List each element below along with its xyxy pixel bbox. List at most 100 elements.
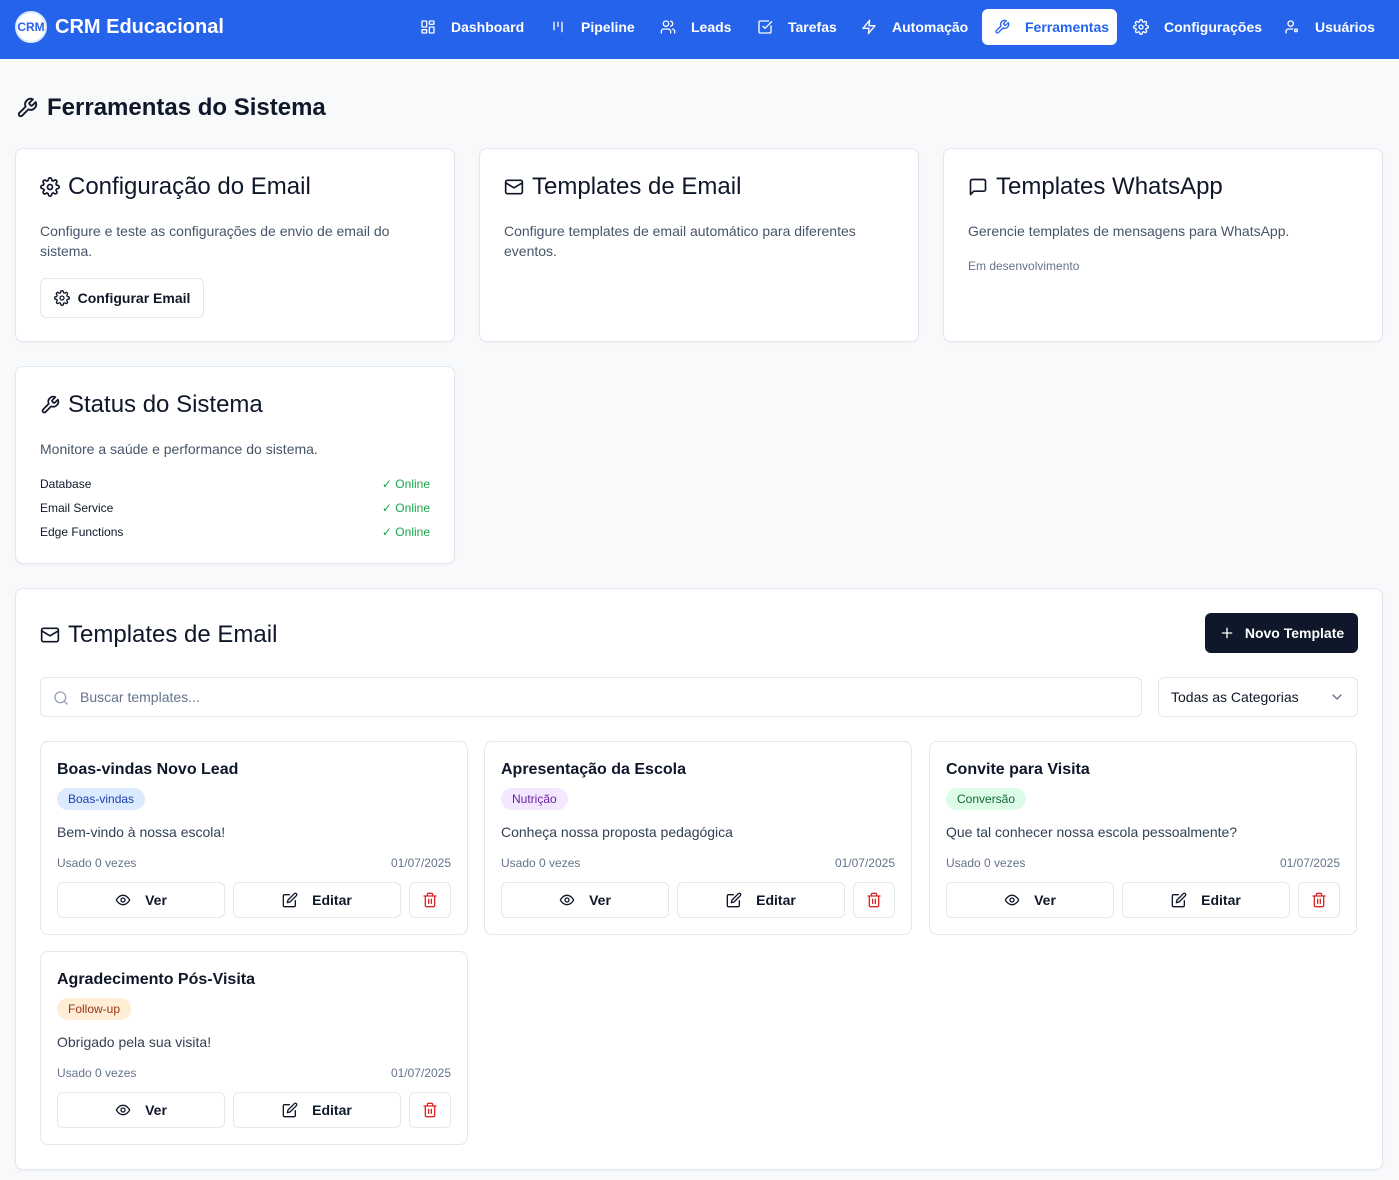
nav-item-pipeline[interactable]: Pipeline bbox=[538, 9, 647, 45]
email-config-card: Configuração do Email Configure e teste … bbox=[15, 148, 455, 342]
section-title-text: Templates de Email bbox=[68, 621, 278, 648]
view-button[interactable]: Ver bbox=[57, 1092, 225, 1128]
templates-section: Templates de Email Novo Template Todas a… bbox=[15, 588, 1383, 1170]
template-name: Boas-vindas Novo Lead bbox=[57, 761, 239, 778]
delete-button[interactable] bbox=[409, 1092, 451, 1128]
checkbox-icon bbox=[757, 19, 773, 35]
delete-button[interactable] bbox=[853, 882, 895, 918]
category-badge: Conversão bbox=[946, 788, 1027, 810]
dashboard-icon bbox=[420, 19, 436, 35]
template-subject: Que tal conhecer nossa escola pessoalmen… bbox=[946, 824, 1238, 840]
card-title: Templates WhatsApp bbox=[968, 173, 1223, 201]
card-title: Configuração do Email bbox=[40, 173, 311, 201]
user-icon bbox=[1284, 19, 1300, 35]
card-description: Configure templates de email automático … bbox=[504, 223, 856, 259]
message-square-icon bbox=[968, 177, 988, 197]
template-name: Agradecimento Pós-Visita bbox=[57, 971, 255, 988]
template-subject: Bem-vindo à nossa escola! bbox=[57, 824, 226, 840]
status-row: Edge Functions ✓ Online bbox=[40, 525, 430, 539]
new-template-button[interactable]: Novo Template bbox=[1205, 613, 1358, 653]
nav-item-leads[interactable]: Leads bbox=[648, 9, 743, 45]
configure-email-button[interactable]: Configurar Email bbox=[40, 278, 204, 318]
edit-button[interactable]: Editar bbox=[233, 882, 401, 918]
trash-icon bbox=[866, 892, 882, 908]
card-description: Monitore a saúde e performance do sistem… bbox=[40, 441, 318, 457]
button-label: Ver bbox=[1034, 892, 1056, 908]
template-card: Convite para Visita Conversão Que tal co… bbox=[929, 741, 1357, 935]
delete-button[interactable] bbox=[1298, 882, 1340, 918]
nav-item-ferramentas[interactable]: Ferramentas bbox=[982, 9, 1117, 45]
edit-button[interactable]: Editar bbox=[233, 1092, 401, 1128]
usage-count: Usado 0 vezes bbox=[946, 856, 1026, 870]
edit-button[interactable]: Editar bbox=[677, 882, 845, 918]
service-name: Database bbox=[40, 477, 92, 491]
usage-count: Usado 0 vezes bbox=[57, 856, 137, 870]
app-name: CRM Educacional bbox=[55, 15, 224, 38]
whatsapp-templates-card[interactable]: Templates WhatsApp Gerencie templates de… bbox=[943, 148, 1383, 342]
nav-label: Configurações bbox=[1164, 19, 1263, 35]
view-button[interactable]: Ver bbox=[57, 882, 225, 918]
section-title: Templates de Email bbox=[40, 621, 277, 649]
nav-label: Ferramentas bbox=[1025, 19, 1110, 35]
nav-item-usuarios[interactable]: Usuários bbox=[1272, 9, 1387, 45]
mail-icon bbox=[504, 177, 524, 197]
category-badge: Nutrição bbox=[501, 788, 568, 810]
card-description: Configure e teste as configurações de en… bbox=[40, 223, 390, 259]
nav-item-dashboard[interactable]: Dashboard bbox=[408, 9, 536, 45]
button-label: Editar bbox=[312, 1102, 352, 1118]
status-badge: ✓ Online bbox=[381, 525, 430, 539]
nav-item-tarefas[interactable]: Tarefas bbox=[745, 9, 849, 45]
template-date: 01/07/2025 bbox=[390, 1066, 451, 1080]
button-label: Editar bbox=[756, 892, 796, 908]
nav-label: Automação bbox=[892, 19, 969, 35]
template-name: Convite para Visita bbox=[946, 761, 1090, 778]
template-card: Agradecimento Pós-Visita Follow-up Obrig… bbox=[40, 951, 468, 1145]
gear-icon bbox=[40, 177, 60, 197]
usage-count: Usado 0 vezes bbox=[57, 1066, 137, 1080]
status-row: Email Service ✓ Online bbox=[40, 501, 430, 515]
delete-button[interactable] bbox=[409, 882, 451, 918]
button-label: Configurar Email bbox=[77, 290, 191, 306]
category-select[interactable]: Todas as Categorias bbox=[1158, 677, 1358, 717]
template-date: 01/07/2025 bbox=[390, 856, 451, 870]
template-card: Apresentação da Escola Nutrição Conheça … bbox=[484, 741, 912, 935]
eye-icon bbox=[559, 892, 575, 908]
search-icon bbox=[53, 690, 69, 706]
view-button[interactable]: Ver bbox=[501, 882, 669, 918]
wrench-icon bbox=[40, 395, 60, 415]
search-input[interactable] bbox=[80, 678, 1130, 716]
nav-item-automacao[interactable]: Automação bbox=[849, 9, 980, 45]
eye-icon bbox=[1004, 892, 1020, 908]
gear-icon bbox=[1133, 19, 1149, 35]
mail-icon bbox=[40, 625, 60, 645]
select-value: Todas as Categorias bbox=[1171, 689, 1299, 705]
wrench-icon bbox=[16, 97, 38, 119]
card-title-text: Templates WhatsApp bbox=[996, 173, 1223, 200]
button-label: Editar bbox=[1201, 892, 1241, 908]
edit-icon bbox=[726, 892, 742, 908]
button-label: Ver bbox=[589, 892, 611, 908]
brand[interactable]: CRM CRM Educacional bbox=[15, 11, 224, 43]
nav-label: Tarefas bbox=[788, 19, 837, 35]
top-navbar: CRM CRM Educacional Dashboard Pipeline L… bbox=[0, 0, 1399, 59]
button-label: Editar bbox=[312, 892, 352, 908]
trash-icon bbox=[422, 892, 438, 908]
template-date: 01/07/2025 bbox=[1279, 856, 1340, 870]
status-badge: ✓ Online bbox=[381, 477, 430, 491]
edit-button[interactable]: Editar bbox=[1122, 882, 1290, 918]
trash-icon bbox=[1311, 892, 1327, 908]
service-name: Email Service bbox=[40, 501, 114, 515]
category-badge: Boas-vindas bbox=[57, 788, 146, 810]
brand-logo: CRM bbox=[15, 11, 47, 43]
search-box bbox=[40, 677, 1142, 717]
view-button[interactable]: Ver bbox=[946, 882, 1114, 918]
template-subject: Conheça nossa proposta pedagógica bbox=[501, 824, 733, 840]
card-title-text: Templates de Email bbox=[532, 173, 742, 200]
email-templates-card[interactable]: Templates de Email Configure templates d… bbox=[479, 148, 919, 342]
nav-item-configuracoes[interactable]: Configurações bbox=[1121, 9, 1274, 45]
status-row: Database ✓ Online bbox=[40, 477, 430, 491]
nav-label: Usuários bbox=[1315, 19, 1375, 35]
nav-label: Pipeline bbox=[581, 19, 635, 35]
category-badge: Follow-up bbox=[57, 998, 132, 1020]
template-name: Apresentação da Escola bbox=[501, 761, 686, 778]
